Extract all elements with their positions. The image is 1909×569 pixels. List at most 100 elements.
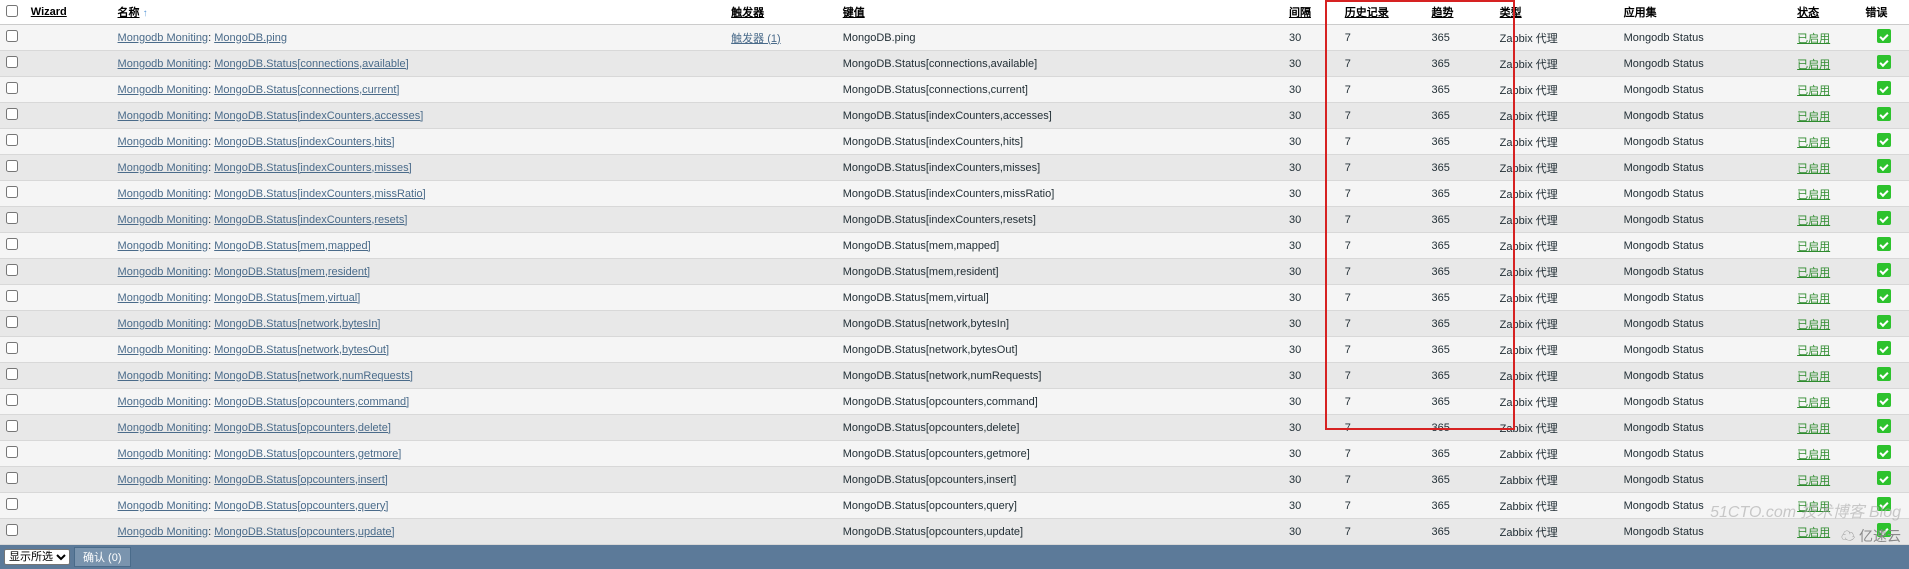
template-link[interactable]: Mongodb Moniting [118, 32, 209, 44]
go-button[interactable]: 确认 (0) [74, 547, 131, 567]
wizard-cell[interactable] [25, 77, 112, 103]
template-link[interactable]: Mongodb Moniting [118, 110, 209, 122]
status-link[interactable]: 已启用 [1797, 423, 1830, 435]
row-checkbox[interactable] [6, 108, 18, 120]
template-link[interactable]: Mongodb Moniting [118, 292, 209, 304]
template-link[interactable]: Mongodb Moniting [118, 188, 209, 200]
header-status[interactable]: 状态 [1791, 0, 1859, 25]
row-checkbox[interactable] [6, 56, 18, 68]
row-checkbox[interactable] [6, 290, 18, 302]
wizard-cell[interactable] [25, 181, 112, 207]
template-link[interactable]: Mongodb Moniting [118, 84, 209, 96]
item-name-link[interactable]: MongoDB.Status[opcounters,command] [214, 396, 409, 408]
status-link[interactable]: 已启用 [1797, 371, 1830, 383]
status-link[interactable]: 已启用 [1797, 33, 1830, 45]
header-type[interactable]: 类型 [1494, 0, 1618, 25]
item-name-link[interactable]: MongoDB.Status[indexCounters,hits] [214, 136, 394, 148]
select-all-checkbox[interactable] [6, 5, 18, 17]
template-link[interactable]: Mongodb Moniting [118, 240, 209, 252]
wizard-cell[interactable] [25, 233, 112, 259]
wizard-cell[interactable] [25, 207, 112, 233]
row-checkbox[interactable] [6, 264, 18, 276]
template-link[interactable]: Mongodb Moniting [118, 344, 209, 356]
status-link[interactable]: 已启用 [1797, 163, 1830, 175]
status-link[interactable]: 已启用 [1797, 189, 1830, 201]
wizard-cell[interactable] [25, 493, 112, 519]
status-link[interactable]: 已启用 [1797, 527, 1830, 539]
item-name-link[interactable]: MongoDB.Status[opcounters,getmore] [214, 448, 401, 460]
item-name-link[interactable]: MongoDB.Status[connections,available] [214, 58, 408, 70]
row-checkbox[interactable] [6, 420, 18, 432]
status-link[interactable]: 已启用 [1797, 137, 1830, 149]
template-link[interactable]: Mongodb Moniting [118, 162, 209, 174]
row-checkbox[interactable] [6, 472, 18, 484]
item-name-link[interactable]: MongoDB.Status[opcounters,update] [214, 526, 394, 538]
template-link[interactable]: Mongodb Moniting [118, 448, 209, 460]
wizard-cell[interactable] [25, 285, 112, 311]
wizard-cell[interactable] [25, 129, 112, 155]
status-link[interactable]: 已启用 [1797, 267, 1830, 279]
item-name-link[interactable]: MongoDB.Status[indexCounters,resets] [214, 214, 407, 226]
template-link[interactable]: Mongodb Moniting [118, 370, 209, 382]
row-checkbox[interactable] [6, 212, 18, 224]
wizard-cell[interactable] [25, 25, 112, 51]
row-checkbox[interactable] [6, 342, 18, 354]
item-name-link[interactable]: MongoDB.ping [214, 32, 287, 44]
item-name-link[interactable]: MongoDB.Status[mem,mapped] [214, 240, 371, 252]
wizard-cell[interactable] [25, 259, 112, 285]
item-name-link[interactable]: MongoDB.Status[opcounters,insert] [214, 474, 388, 486]
row-checkbox[interactable] [6, 134, 18, 146]
row-checkbox[interactable] [6, 30, 18, 42]
template-link[interactable]: Mongodb Moniting [118, 318, 209, 330]
wizard-cell[interactable] [25, 415, 112, 441]
bulk-action-select[interactable]: 显示所选 [4, 549, 70, 565]
template-link[interactable]: Mongodb Moniting [118, 396, 209, 408]
wizard-cell[interactable] [25, 155, 112, 181]
wizard-cell[interactable] [25, 519, 112, 545]
row-checkbox[interactable] [6, 186, 18, 198]
status-link[interactable]: 已启用 [1797, 345, 1830, 357]
row-checkbox[interactable] [6, 394, 18, 406]
wizard-cell[interactable] [25, 441, 112, 467]
status-link[interactable]: 已启用 [1797, 111, 1830, 123]
item-name-link[interactable]: MongoDB.Status[network,bytesOut] [214, 344, 389, 356]
wizard-cell[interactable] [25, 51, 112, 77]
status-link[interactable]: 已启用 [1797, 293, 1830, 305]
template-link[interactable]: Mongodb Moniting [118, 474, 209, 486]
status-link[interactable]: 已启用 [1797, 59, 1830, 71]
row-checkbox[interactable] [6, 316, 18, 328]
wizard-cell[interactable] [25, 389, 112, 415]
item-name-link[interactable]: MongoDB.Status[indexCounters,misses] [214, 162, 411, 174]
template-link[interactable]: Mongodb Moniting [118, 500, 209, 512]
wizard-cell[interactable] [25, 467, 112, 493]
item-name-link[interactable]: MongoDB.Status[opcounters,delete] [214, 422, 391, 434]
template-link[interactable]: Mongodb Moniting [118, 422, 209, 434]
row-checkbox[interactable] [6, 524, 18, 536]
wizard-cell[interactable] [25, 311, 112, 337]
status-link[interactable]: 已启用 [1797, 241, 1830, 253]
template-link[interactable]: Mongodb Moniting [118, 526, 209, 538]
trigger-link[interactable]: 触发器 (1) [731, 33, 781, 45]
item-name-link[interactable]: MongoDB.Status[indexCounters,accesses] [214, 110, 423, 122]
item-name-link[interactable]: MongoDB.Status[connections,current] [214, 84, 399, 96]
status-link[interactable]: 已启用 [1797, 215, 1830, 227]
header-history[interactable]: 历史记录 [1339, 0, 1426, 25]
header-key[interactable]: 键值 [837, 0, 1283, 25]
header-name[interactable]: 名称 ↑ [112, 0, 726, 25]
item-name-link[interactable]: MongoDB.Status[mem,virtual] [214, 292, 360, 304]
template-link[interactable]: Mongodb Moniting [118, 214, 209, 226]
status-link[interactable]: 已启用 [1797, 475, 1830, 487]
header-trend[interactable]: 趋势 [1426, 0, 1494, 25]
item-name-link[interactable]: MongoDB.Status[opcounters,query] [214, 500, 388, 512]
status-link[interactable]: 已启用 [1797, 449, 1830, 461]
row-checkbox[interactable] [6, 160, 18, 172]
status-link[interactable]: 已启用 [1797, 85, 1830, 97]
item-name-link[interactable]: MongoDB.Status[network,bytesIn] [214, 318, 380, 330]
row-checkbox[interactable] [6, 368, 18, 380]
template-link[interactable]: Mongodb Moniting [118, 266, 209, 278]
item-name-link[interactable]: MongoDB.Status[mem,resident] [214, 266, 370, 278]
item-name-link[interactable]: MongoDB.Status[network,numRequests] [214, 370, 413, 382]
status-link[interactable]: 已启用 [1797, 397, 1830, 409]
template-link[interactable]: Mongodb Moniting [118, 58, 209, 70]
wizard-cell[interactable] [25, 337, 112, 363]
